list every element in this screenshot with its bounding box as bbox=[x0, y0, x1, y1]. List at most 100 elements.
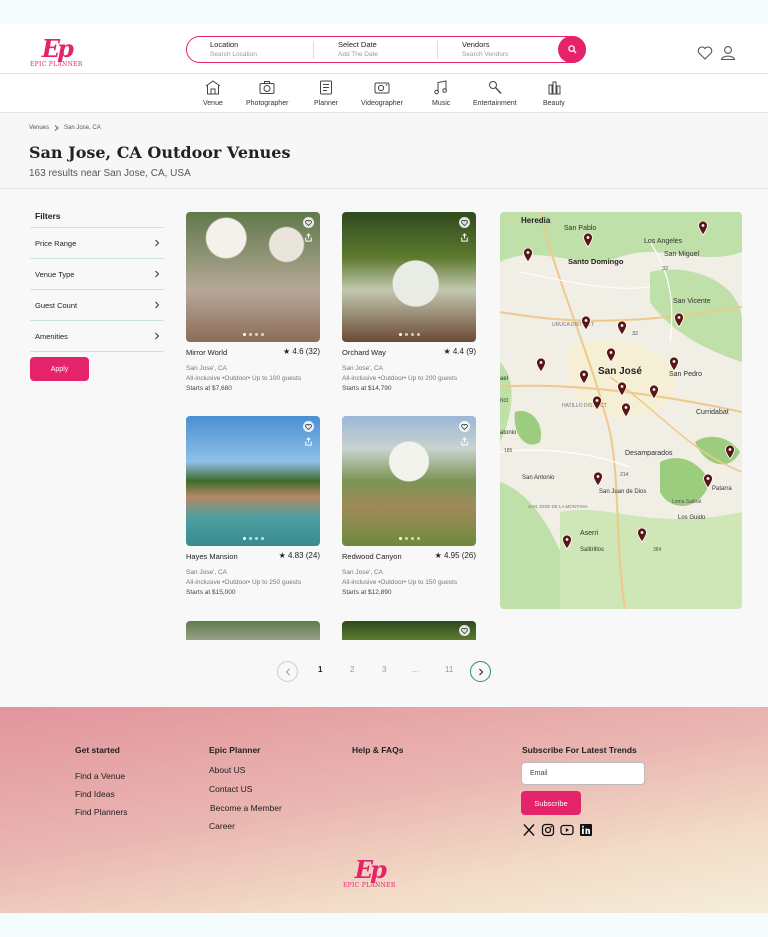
footer-link[interactable]: Become a Member bbox=[210, 803, 282, 813]
map-pin-icon[interactable] bbox=[536, 357, 546, 373]
image-carousel-dots[interactable] bbox=[342, 537, 476, 540]
share-icon[interactable] bbox=[304, 233, 313, 242]
filter-price-range[interactable]: Price Range bbox=[30, 228, 164, 259]
map-pin-icon[interactable] bbox=[581, 315, 591, 331]
results-map[interactable]: Heredia San Pablo Los Angeles San Miguel… bbox=[500, 212, 742, 609]
venue-card[interactable]: Hayes Mansion ★ 4.83 (24) San Jose', CA … bbox=[186, 416, 320, 601]
map-pin-icon[interactable] bbox=[674, 312, 684, 328]
page-title: San Jose, CA Outdoor Venues bbox=[29, 143, 291, 162]
footer-link[interactable]: Find a Venue bbox=[75, 771, 125, 781]
category-venue[interactable]: Venue bbox=[203, 80, 223, 107]
brand-logo[interactable]: Ep EPIC PLANNER bbox=[30, 37, 83, 69]
page-ellipsis: ... bbox=[412, 665, 419, 674]
share-icon[interactable] bbox=[460, 437, 469, 446]
filter-label: Guest Count bbox=[35, 300, 78, 310]
user-icon[interactable] bbox=[720, 45, 736, 60]
venue-name[interactable]: Redwood Canyon bbox=[342, 552, 402, 561]
favorite-button[interactable] bbox=[303, 421, 314, 432]
map-pin-icon[interactable] bbox=[579, 369, 589, 385]
venue-card[interactable]: Orchard Way ★ 4.4 (9) San Jose', CA All-… bbox=[342, 212, 476, 397]
heart-icon[interactable] bbox=[697, 46, 713, 60]
favorite-button[interactable] bbox=[459, 217, 470, 228]
page-11[interactable]: 11 bbox=[445, 665, 453, 674]
map-pin-icon[interactable] bbox=[523, 247, 533, 263]
map-pin-icon[interactable] bbox=[583, 232, 593, 248]
filter-amenities[interactable]: Amenities bbox=[30, 321, 164, 352]
breadcrumb-venues[interactable]: Venues bbox=[29, 125, 49, 131]
map-pin-icon[interactable] bbox=[649, 384, 659, 400]
filter-venue-type[interactable]: Venue Type bbox=[30, 259, 164, 290]
image-carousel-dots[interactable] bbox=[186, 537, 320, 540]
map-pin-dot bbox=[620, 324, 624, 327]
search-icon bbox=[567, 45, 577, 54]
map-pin-icon[interactable] bbox=[606, 347, 616, 363]
venue-card[interactable]: Redwood Canyon ★ 4.95 (26) San Jose', CA… bbox=[342, 416, 476, 601]
page-1[interactable]: 1 bbox=[318, 665, 322, 674]
search-divider bbox=[313, 41, 314, 59]
vendor-field[interactable]: Vendors Search Vendors bbox=[462, 40, 508, 58]
category-beauty[interactable]: Beauty bbox=[543, 80, 565, 107]
apply-button[interactable]: Apply bbox=[30, 357, 89, 381]
favorite-button[interactable] bbox=[459, 625, 470, 636]
location-field[interactable]: Location Search Location bbox=[210, 40, 257, 58]
next-page-button[interactable] bbox=[470, 661, 491, 682]
page-3[interactable]: 3 bbox=[382, 665, 386, 674]
map-pin-icon[interactable] bbox=[703, 473, 713, 489]
x-icon[interactable] bbox=[522, 823, 536, 837]
venue-card-partial[interactable] bbox=[186, 621, 320, 640]
email-field[interactable]: Email bbox=[521, 762, 645, 785]
map-pin-icon[interactable] bbox=[621, 402, 631, 418]
prev-page-button[interactable] bbox=[277, 661, 298, 682]
venue-card-partial[interactable] bbox=[342, 621, 476, 640]
map-pin-icon[interactable] bbox=[593, 471, 603, 487]
footer-heading-help[interactable]: Help & FAQs bbox=[352, 745, 403, 755]
map-pin-icon[interactable] bbox=[698, 220, 708, 236]
map-pin-icon[interactable] bbox=[592, 395, 602, 411]
rating-value: 4.6 (32) bbox=[292, 347, 320, 356]
venue-photo[interactable] bbox=[342, 212, 476, 342]
footer-link[interactable]: Career bbox=[209, 821, 235, 831]
venue-name[interactable]: Hayes Mansion bbox=[186, 552, 238, 561]
date-field[interactable]: Select Date Add The Date bbox=[338, 40, 378, 58]
footer-link[interactable]: Find Planners bbox=[75, 807, 127, 817]
category-label: Planner bbox=[314, 100, 339, 107]
venue-name[interactable]: Mirror World bbox=[186, 348, 227, 357]
venue-photo[interactable] bbox=[186, 416, 320, 546]
category-videographer[interactable]: Videographer bbox=[361, 80, 403, 107]
chevron-right-icon bbox=[155, 270, 160, 278]
instagram-icon[interactable] bbox=[541, 823, 555, 837]
map-pin-dot bbox=[672, 360, 676, 363]
favorite-button[interactable] bbox=[303, 217, 314, 228]
category-entertainment[interactable]: Entertainment bbox=[473, 80, 517, 107]
category-photographer[interactable]: Photographer bbox=[246, 80, 288, 107]
footer-link[interactable]: Contact US bbox=[209, 784, 252, 794]
image-carousel-dots[interactable] bbox=[186, 333, 320, 336]
category-planner[interactable]: Planner bbox=[314, 80, 338, 107]
share-icon[interactable] bbox=[460, 233, 469, 242]
search-button[interactable] bbox=[558, 36, 586, 63]
category-music[interactable]: Music bbox=[432, 80, 450, 107]
venue-photo[interactable] bbox=[342, 416, 476, 546]
footer-link[interactable]: About US bbox=[209, 765, 245, 775]
share-icon[interactable] bbox=[304, 437, 313, 446]
page-2[interactable]: 2 bbox=[350, 665, 354, 674]
linkedin-icon[interactable] bbox=[579, 823, 593, 837]
subscribe-button[interactable]: Subscribe bbox=[521, 791, 581, 815]
rating-value: 4.4 (9) bbox=[452, 347, 476, 356]
map-pin-icon[interactable] bbox=[637, 527, 647, 543]
map-pin-icon[interactable] bbox=[617, 320, 627, 336]
venue-photo[interactable] bbox=[186, 212, 320, 342]
map-pin-icon[interactable] bbox=[617, 381, 627, 397]
map-pin-icon[interactable] bbox=[725, 444, 735, 460]
venue-card[interactable]: Mirror World ★ 4.6 (32) San Jose', CA Al… bbox=[186, 212, 320, 397]
filter-guest-count[interactable]: Guest Count bbox=[30, 290, 164, 321]
map-pin-icon[interactable] bbox=[669, 356, 679, 372]
map-pin-icon[interactable] bbox=[562, 534, 572, 550]
favorite-button[interactable] bbox=[459, 421, 470, 432]
youtube-icon[interactable] bbox=[560, 823, 574, 837]
image-carousel-dots[interactable] bbox=[342, 333, 476, 336]
music-icon bbox=[434, 80, 448, 95]
footer-link[interactable]: Find Ideas bbox=[75, 789, 115, 799]
footer-logo[interactable]: Ep EPIC PLANNER bbox=[343, 858, 396, 890]
venue-name[interactable]: Orchard Way bbox=[342, 348, 386, 357]
